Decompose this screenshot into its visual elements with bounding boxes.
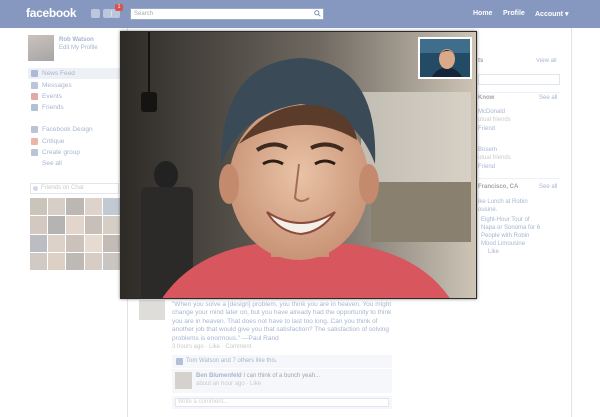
comment-meta[interactable]: about an hour ago · Like — [196, 381, 261, 387]
mutual-friends-text[interactable]: utual friends — [478, 117, 511, 123]
sidebar-item-events[interactable]: Events — [28, 91, 120, 102]
create-group-icon — [31, 149, 38, 156]
friend-avatar[interactable] — [30, 234, 48, 252]
right-section-1-title: ts — [478, 58, 484, 64]
deal-text[interactable]: People with Robin — [481, 233, 529, 239]
like-thumb-icon — [176, 358, 183, 365]
sidebar-see-all[interactable]: See all — [28, 158, 120, 169]
friend-avatar[interactable] — [66, 198, 84, 216]
add-friend-link[interactable]: Friend — [478, 164, 495, 170]
friend-avatar[interactable] — [30, 252, 48, 270]
video-call-self-view[interactable] — [418, 37, 472, 79]
deal-text[interactable]: ike Lunch at Robin — [478, 199, 528, 205]
likes-bar: Tom Watson and 7 others like this. — [172, 355, 392, 368]
deals-title: Francisco, CA — [478, 184, 519, 190]
friend-avatar[interactable] — [48, 234, 66, 252]
chat-search-input[interactable]: Friends on Chat — [30, 183, 119, 194]
video-call-window[interactable] — [120, 31, 477, 299]
sidebar-item-critique[interactable]: Critique — [28, 136, 120, 147]
commenter-name[interactable]: Ben Blumenfeld — [196, 373, 242, 379]
write-comment-input[interactable]: Write a comment... — [175, 398, 389, 407]
nav-home[interactable]: Home — [473, 10, 492, 17]
sidebar-item-friends[interactable]: Friends — [28, 102, 120, 113]
mutual-friends-text[interactable]: utual friends — [478, 155, 511, 161]
friend-requests-icon[interactable] — [91, 9, 100, 18]
critique-icon — [31, 138, 38, 145]
divider — [478, 178, 560, 179]
friend-avatar[interactable] — [66, 216, 84, 234]
likers-others-link[interactable]: 7 others — [232, 358, 254, 364]
liker-name[interactable]: Tom Watson — [186, 358, 219, 364]
friend-avatar[interactable] — [84, 216, 102, 234]
profile-avatar[interactable] — [28, 35, 54, 61]
nav-account[interactable]: Account ▾ — [535, 10, 568, 18]
sidebar-item-news-feed[interactable]: News Feed — [28, 68, 120, 79]
comment-text: I can think of a bunch yeah... — [241, 373, 321, 379]
news-feed-icon — [31, 70, 38, 77]
edit-profile-link[interactable]: Edit My Profile — [59, 45, 98, 51]
view-all-link[interactable]: View all — [536, 58, 557, 64]
chat-friends-grid — [30, 198, 120, 270]
sidebar-item-facebook-design[interactable]: Facebook Design — [28, 124, 120, 135]
sidebar-item-create-group[interactable]: Create group — [28, 147, 120, 158]
friend-avatar[interactable] — [102, 216, 120, 234]
deal-text[interactable]: ousine. — [478, 207, 497, 213]
nav-profile[interactable]: Profile — [503, 10, 525, 17]
search-input[interactable]: Search — [130, 8, 324, 20]
write-comment-box: Write a comment... — [172, 396, 392, 409]
divider — [478, 92, 560, 93]
friend-avatar[interactable] — [30, 216, 48, 234]
chat-search-icon — [33, 186, 38, 191]
friend-avatar[interactable] — [66, 234, 84, 252]
facebook-logo[interactable]: facebook — [26, 6, 77, 20]
notification-badge: 1 — [115, 4, 123, 11]
friend-avatar[interactable] — [102, 198, 120, 216]
deal-text[interactable]: Napa or Sonoma for 6 — [481, 225, 540, 231]
friend-avatar[interactable] — [48, 198, 66, 216]
deal-like-link[interactable]: Like — [488, 249, 499, 255]
content-border-right — [571, 28, 572, 417]
deal-text[interactable]: Mood Limousine — [481, 241, 525, 247]
messages-icon — [31, 82, 38, 89]
sidebar-item-messages[interactable]: Messages — [28, 80, 120, 91]
search-icon[interactable] — [314, 10, 321, 17]
friend-avatar[interactable] — [84, 252, 102, 270]
comment: Ben Blumenfeld I can think of a bunch ye… — [172, 369, 392, 393]
self-view-image — [420, 39, 470, 77]
add-friend-link[interactable]: Friend — [478, 126, 495, 132]
story-avatar[interactable] — [139, 300, 165, 320]
events-icon — [31, 93, 38, 100]
friends-icon — [31, 104, 38, 111]
friend-avatar[interactable] — [102, 234, 120, 252]
suggested-person-name[interactable]: McDonald — [478, 109, 505, 115]
friend-avatar[interactable] — [48, 216, 66, 234]
friend-avatar[interactable] — [102, 252, 120, 270]
deal-text[interactable]: Eight-Hour Tour of — [481, 217, 530, 223]
friend-avatar[interactable] — [84, 198, 102, 216]
profile-name[interactable]: Rob Watson — [59, 37, 94, 43]
people-see-all-link[interactable]: See all — [539, 95, 557, 101]
commenter-avatar[interactable] — [175, 372, 192, 389]
story-quote-text: "When you solve a [design] problem, you … — [172, 301, 392, 342]
group-icon — [31, 126, 38, 133]
story-meta[interactable]: 3 hours ago · Like · Comment — [172, 344, 251, 350]
friend-avatar[interactable] — [48, 252, 66, 270]
friend-avatar[interactable] — [30, 198, 48, 216]
search-placeholder: Search — [134, 11, 154, 17]
people-you-may-know-title: Know — [478, 95, 495, 101]
friend-avatar[interactable] — [84, 234, 102, 252]
deals-see-all-link[interactable]: See all — [539, 184, 557, 190]
suggested-person-name[interactable]: Bosern — [478, 147, 497, 153]
friend-avatar[interactable] — [66, 252, 84, 270]
right-column-input[interactable] — [478, 74, 560, 85]
